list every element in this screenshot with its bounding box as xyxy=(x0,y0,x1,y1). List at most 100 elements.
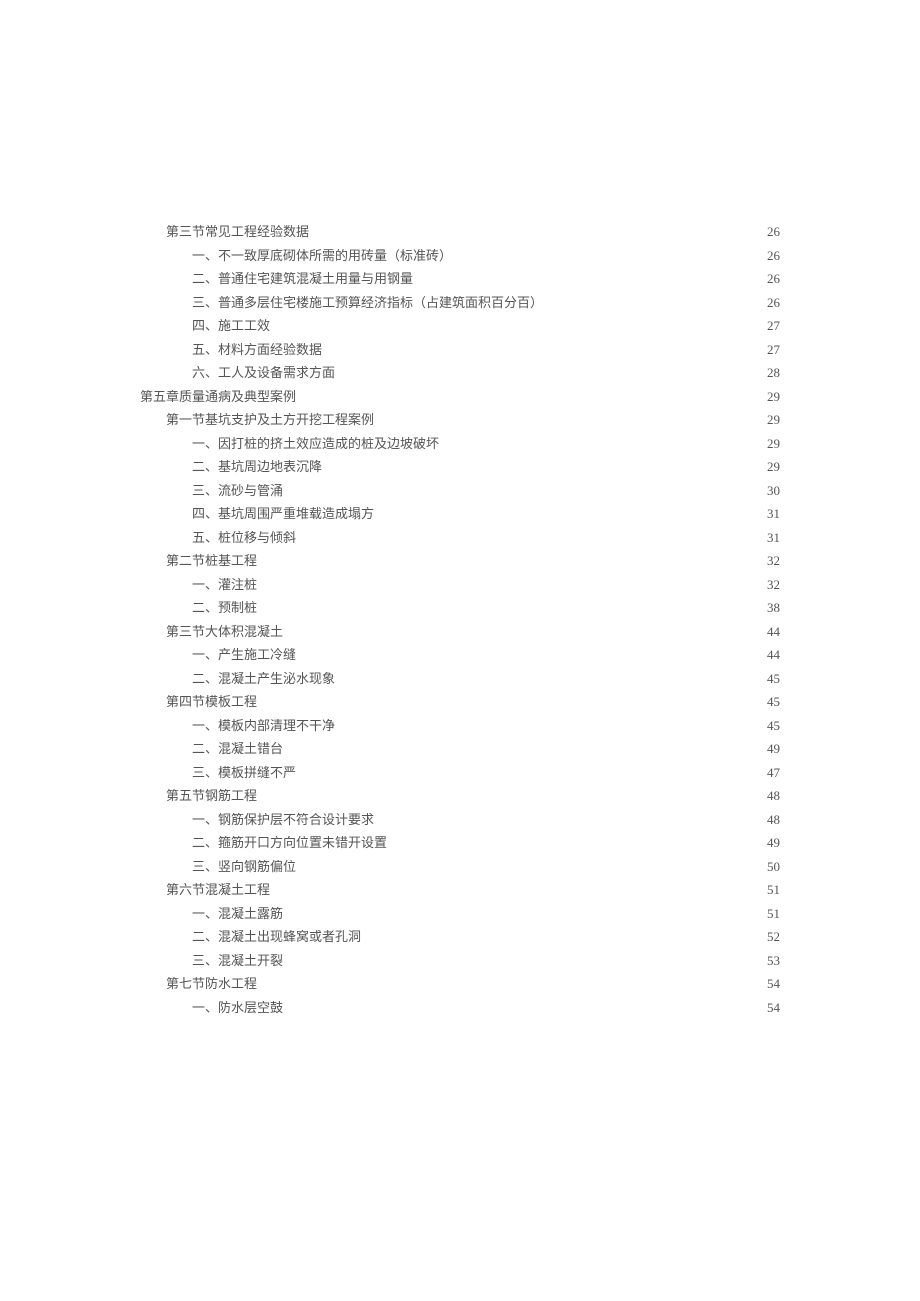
toc-entry-label: 二、混凝土错台 xyxy=(192,742,283,755)
toc-entry: 一、模板内部清理不干净 45 xyxy=(140,719,780,732)
toc-entry: 五、材料方面经验数据 27 xyxy=(140,343,780,356)
toc-entry: 一、钢筋保护层不符合设计要求 48 xyxy=(140,813,780,826)
toc-entry-page-number: 50 xyxy=(762,860,780,873)
toc-entry-label: 一、钢筋保护层不符合设计要求 xyxy=(192,813,374,826)
toc-entry-label: 四、施工工效 xyxy=(192,319,270,332)
toc-entry: 二、基坑周边地表沉降 29 xyxy=(140,460,780,473)
toc-entry: 二、箍筋开口方向位置未错开设置 49 xyxy=(140,836,780,849)
toc-entry-page-number: 29 xyxy=(762,390,780,403)
toc-entry: 第五节钢筋工程 48 xyxy=(140,789,780,802)
toc-entry-label: 第一节基坑支护及土方开挖工程案例 xyxy=(166,413,374,426)
toc-entry-page-number: 44 xyxy=(762,625,780,638)
toc-entry-label: 二、普通住宅建筑混凝土用量与用钢量 xyxy=(192,272,413,285)
toc-entry-page-number: 26 xyxy=(762,225,780,238)
toc-entry-page-number: 45 xyxy=(762,695,780,708)
toc-entry-page-number: 44 xyxy=(762,648,780,661)
toc-entry-label: 一、防水层空鼓 xyxy=(192,1001,283,1014)
toc-entry-page-number: 38 xyxy=(762,601,780,614)
toc-entry-label: 二、基坑周边地表沉降 xyxy=(192,460,322,473)
toc-entry: 第六节混凝土工程 51 xyxy=(140,883,780,896)
toc-entry: 三、模板拼缝不严 47 xyxy=(140,766,780,779)
toc-entry: 三、混凝土开裂 53 xyxy=(140,954,780,967)
document-page: 第三节常见工程经验数据26一、不一致厚底砌体所需的用砖量（标准砖）26二、普通住… xyxy=(0,0,920,1301)
toc-entry-label: 一、混凝土露筋 xyxy=(192,907,283,920)
toc-entry: 第五章质量通病及典型案例 29 xyxy=(140,390,780,403)
toc-entry: 一、防水层空鼓 54 xyxy=(140,1001,780,1014)
toc-entry-label: 第五节钢筋工程 xyxy=(166,789,257,802)
toc-entry-page-number: 51 xyxy=(762,883,780,896)
toc-entry-page-number: 26 xyxy=(762,249,780,262)
toc-entry-label: 第二节桩基工程 xyxy=(166,554,257,567)
toc-entry-label: 二、混凝土产生泌水现象 xyxy=(192,672,335,685)
toc-entry-label: 一、灌注桩 xyxy=(192,578,257,591)
table-of-contents: 第三节常见工程经验数据26一、不一致厚底砌体所需的用砖量（标准砖）26二、普通住… xyxy=(140,225,780,1014)
toc-entry: 一、混凝土露筋 51 xyxy=(140,907,780,920)
toc-entry-page-number: 30 xyxy=(762,484,780,497)
toc-entry: 六、工人及设备需求方面 28 xyxy=(140,366,780,379)
toc-entry-label: 一、因打桩的挤土效应造成的桩及边坡破坏 xyxy=(192,437,439,450)
toc-entry: 二、普通住宅建筑混凝土用量与用钢量 26 xyxy=(140,272,780,285)
toc-entry-label: 二、混凝土出现蜂窝或者孔洞 xyxy=(192,930,361,943)
toc-entry: 第三节常见工程经验数据 26 xyxy=(140,225,780,238)
toc-entry-page-number: 48 xyxy=(762,789,780,802)
toc-entry-page-number: 48 xyxy=(762,813,780,826)
toc-entry: 四、基坑周围严重堆载造成塌方 31 xyxy=(140,507,780,520)
toc-entry-label: 三、模板拼缝不严 xyxy=(192,766,296,779)
toc-entry-label: 二、预制桩 xyxy=(192,601,257,614)
toc-entry: 三、流砂与管涌 30 xyxy=(140,484,780,497)
toc-entry: 二、混凝土出现蜂窝或者孔洞 52 xyxy=(140,930,780,943)
toc-entry: 一、因打桩的挤土效应造成的桩及边坡破坏 29 xyxy=(140,437,780,450)
toc-entry-label: 四、基坑周围严重堆载造成塌方 xyxy=(192,507,374,520)
toc-entry-page-number: 49 xyxy=(762,742,780,755)
toc-entry-label: 第五章质量通病及典型案例 xyxy=(140,390,296,403)
toc-entry-label: 一、模板内部清理不干净 xyxy=(192,719,335,732)
toc-entry: 二、混凝土错台 49 xyxy=(140,742,780,755)
toc-entry: 一、不一致厚底砌体所需的用砖量（标准砖） 26 xyxy=(140,249,780,262)
toc-entry-page-number: 29 xyxy=(762,460,780,473)
toc-entry-label: 第七节防水工程 xyxy=(166,977,257,990)
toc-entry-label: 六、工人及设备需求方面 xyxy=(192,366,335,379)
toc-entry: 第一节基坑支护及土方开挖工程案例 29 xyxy=(140,413,780,426)
toc-entry-page-number: 54 xyxy=(762,977,780,990)
toc-entry-label: 第三节常见工程经验数据 xyxy=(166,225,309,238)
toc-entry-label: 五、材料方面经验数据 xyxy=(192,343,322,356)
toc-entry-page-number: 54 xyxy=(762,1001,780,1014)
toc-entry: 四、施工工效 27 xyxy=(140,319,780,332)
toc-entry-label: 一、产生施工冷缝 xyxy=(192,648,296,661)
toc-entry: 第三节大体积混凝土 44 xyxy=(140,625,780,638)
toc-entry-page-number: 47 xyxy=(762,766,780,779)
toc-entry-page-number: 29 xyxy=(762,437,780,450)
toc-entry-page-number: 32 xyxy=(762,554,780,567)
toc-entry: 二、混凝土产生泌水现象 45 xyxy=(140,672,780,685)
toc-entry-page-number: 52 xyxy=(762,930,780,943)
toc-entry: 一、产生施工冷缝 44 xyxy=(140,648,780,661)
toc-entry-label: 二、箍筋开口方向位置未错开设置 xyxy=(192,836,387,849)
toc-entry-page-number: 26 xyxy=(762,272,780,285)
toc-entry-label: 三、混凝土开裂 xyxy=(192,954,283,967)
toc-entry-page-number: 45 xyxy=(762,672,780,685)
toc-entry: 第四节模板工程 45 xyxy=(140,695,780,708)
toc-entry-label: 五、桩位移与倾斜 xyxy=(192,531,296,544)
toc-entry-page-number: 28 xyxy=(762,366,780,379)
toc-entry-page-number: 51 xyxy=(762,907,780,920)
toc-entry: 一、灌注桩32 xyxy=(140,578,780,591)
toc-entry: 第二节桩基工程 32 xyxy=(140,554,780,567)
toc-entry-page-number: 53 xyxy=(762,954,780,967)
toc-entry-label: 三、流砂与管涌 xyxy=(192,484,283,497)
toc-entry-page-number: 29 xyxy=(762,413,780,426)
toc-entry-page-number: 49 xyxy=(762,836,780,849)
toc-entry-label: 第六节混凝土工程 xyxy=(166,883,270,896)
toc-entry-page-number: 26 xyxy=(762,296,780,309)
toc-entry-page-number: 45 xyxy=(762,719,780,732)
toc-entry-label: 第四节模板工程 xyxy=(166,695,257,708)
toc-entry-label: 第三节大体积混凝土 xyxy=(166,625,283,638)
toc-entry: 第七节防水工程 54 xyxy=(140,977,780,990)
toc-entry-label: 一、不一致厚底砌体所需的用砖量（标准砖） xyxy=(192,249,452,262)
toc-entry-label: 三、普通多层住宅楼施工预算经济指标（占建筑面积百分百） xyxy=(192,296,543,309)
toc-entry-page-number: 27 xyxy=(762,343,780,356)
toc-entry-page-number: 27 xyxy=(762,319,780,332)
toc-entry: 三、竖向钢筋偏位50 xyxy=(140,860,780,873)
toc-entry: 五、桩位移与倾斜31 xyxy=(140,531,780,544)
toc-entry-page-number: 31 xyxy=(762,507,780,520)
toc-entry: 二、预制桩 38 xyxy=(140,601,780,614)
